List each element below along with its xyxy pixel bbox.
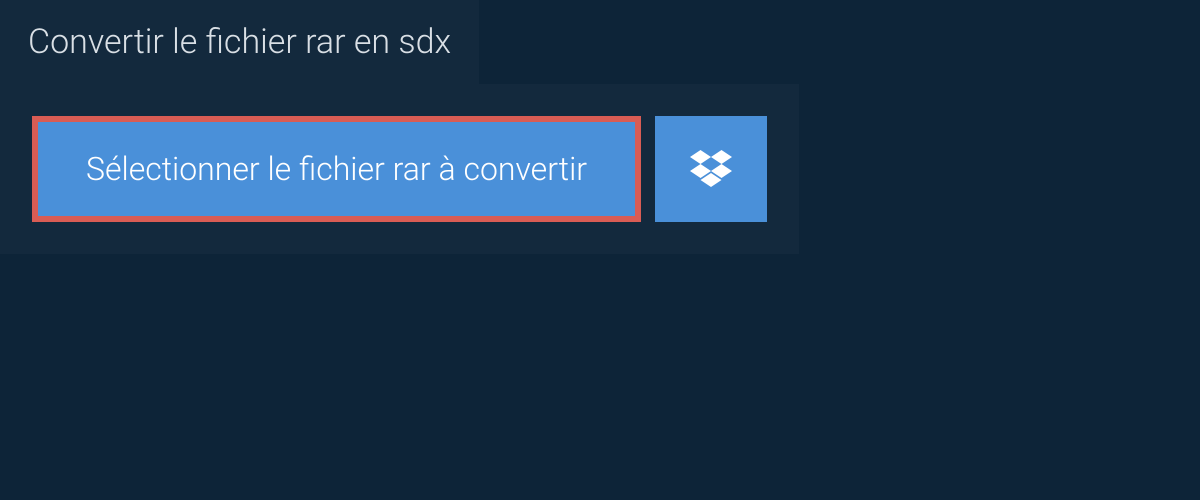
- converter-panel: Convertir le fichier rar en sdx Sélectio…: [0, 0, 1200, 254]
- button-row: Sélectionner le fichier rar à convertir: [32, 116, 767, 222]
- title-box: Convertir le fichier rar en sdx: [0, 0, 479, 84]
- select-file-button[interactable]: Sélectionner le fichier rar à convertir: [32, 116, 641, 222]
- dropbox-button[interactable]: [655, 116, 767, 222]
- dropbox-icon: [690, 150, 732, 188]
- action-section: Sélectionner le fichier rar à convertir: [0, 84, 799, 254]
- select-file-label: Sélectionner le fichier rar à convertir: [86, 150, 587, 188]
- page-title: Convertir le fichier rar en sdx: [28, 22, 451, 62]
